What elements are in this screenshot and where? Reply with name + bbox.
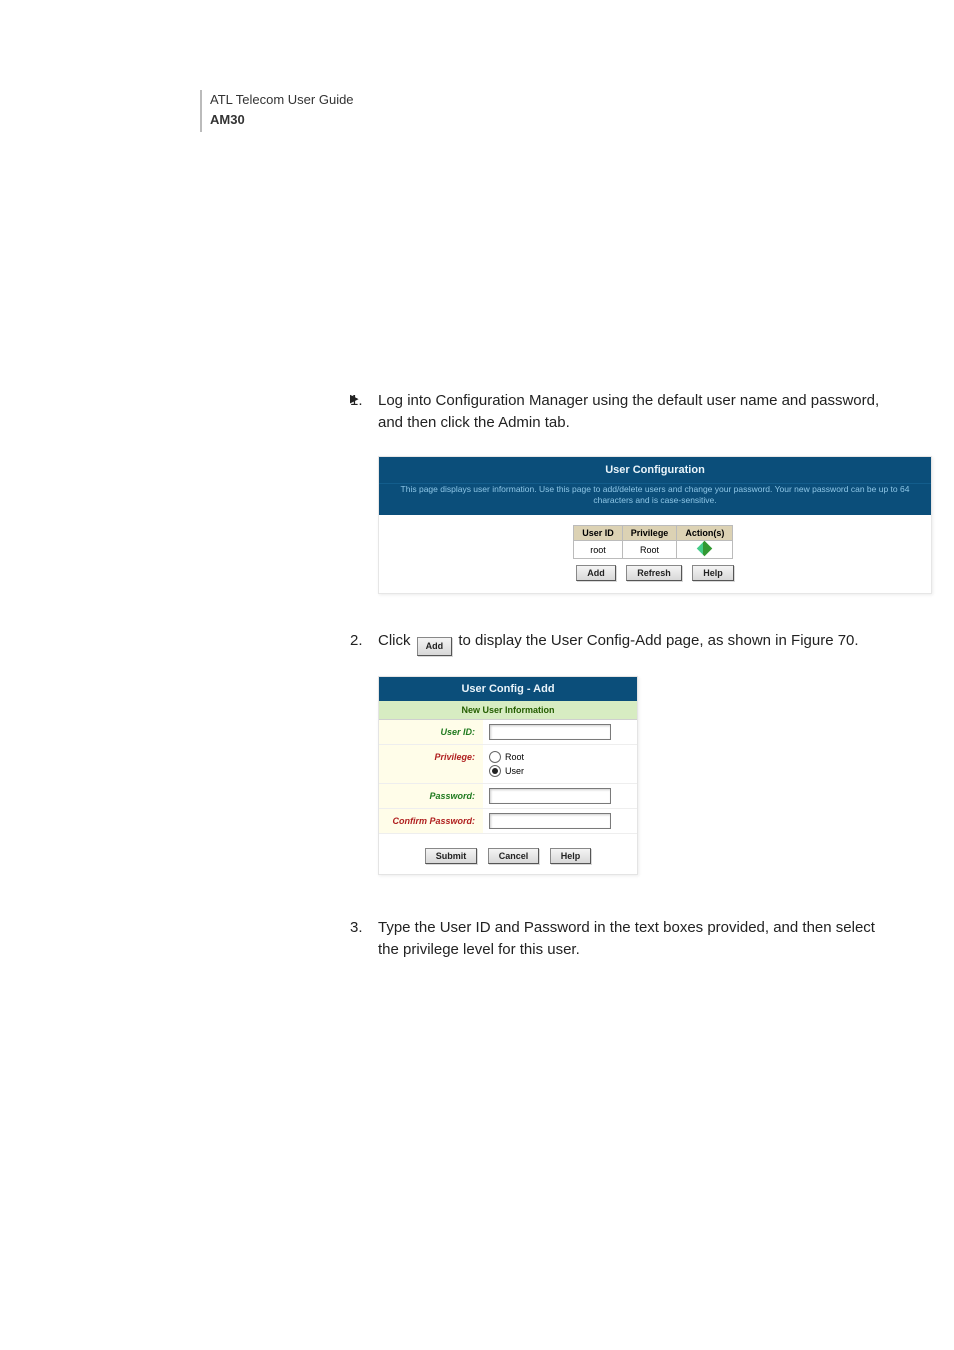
header-line2: AM30 <box>210 110 354 130</box>
refresh-button[interactable]: Refresh <box>626 565 682 581</box>
fig2-button-row: Submit Cancel Help <box>379 834 637 874</box>
cell-privilege: Root <box>622 541 677 559</box>
radio-user[interactable] <box>489 765 501 777</box>
table-row: root Root <box>574 541 733 559</box>
label-confirm-password: Confirm Password: <box>379 809 483 833</box>
step-1-text: Log into Configuration Manager using the… <box>378 390 894 434</box>
figure-user-configuration: User Configuration This page displays us… <box>378 456 894 595</box>
label-privilege: Privilege: <box>379 745 483 783</box>
fig2-title: User Config - Add <box>379 677 637 701</box>
step-3: 3. Type the User ID and Password in the … <box>350 917 894 961</box>
step-2-number: 2. <box>350 630 378 656</box>
fig1-description: This page displays user information. Use… <box>379 483 931 516</box>
table-header-row: User ID Privilege Action(s) <box>574 526 733 541</box>
cell-userid: root <box>574 541 623 559</box>
header: ATL Telecom User Guide AM30 <box>210 90 354 129</box>
step-3-text: Type the User ID and Password in the tex… <box>378 917 894 961</box>
confirm-password-input[interactable] <box>489 813 611 829</box>
inline-add-button: Add <box>417 637 453 656</box>
submit-button[interactable]: Submit <box>425 848 478 864</box>
step-2: 2. Click Add to display the User Config-… <box>350 630 894 656</box>
fig2-help-button[interactable]: Help <box>550 848 592 864</box>
step-2-pre: Click <box>378 632 415 649</box>
fig1-title: User Configuration <box>379 457 931 483</box>
label-password: Password: <box>379 784 483 808</box>
help-button[interactable]: Help <box>692 565 734 581</box>
fig2-subtitle: New User Information <box>379 701 637 720</box>
content: 1. Log into Configuration Manager using … <box>350 390 894 961</box>
row-userid: User ID: <box>379 720 637 745</box>
header-border <box>200 90 202 132</box>
page: ATL Telecom User Guide AM30 1. Log into … <box>0 0 954 1041</box>
step-3-number: 3. <box>350 917 378 961</box>
th-userid: User ID <box>574 526 623 541</box>
step-2-text: Click Add to display the User Config-Add… <box>378 630 894 656</box>
step-1: 1. Log into Configuration Manager using … <box>350 390 894 434</box>
password-input[interactable] <box>489 788 611 804</box>
label-userid: User ID: <box>379 720 483 744</box>
figure-user-config-add: User Config - Add New User Information U… <box>378 676 638 875</box>
cell-actions <box>677 541 733 559</box>
row-privilege: Privilege: Root User <box>379 745 637 784</box>
radio-root-label: Root <box>505 752 524 762</box>
inline-add-button-image: Add <box>417 634 453 656</box>
step-2-post: to display the User Config-Add page, as … <box>454 632 858 649</box>
th-actions: Action(s) <box>677 526 733 541</box>
user-table: User ID Privilege Action(s) root Root <box>573 525 736 581</box>
cancel-button[interactable]: Cancel <box>488 848 540 864</box>
row-password: Password: <box>379 784 637 809</box>
header-line1: ATL Telecom User Guide <box>210 90 354 110</box>
th-privilege: Privilege <box>622 526 677 541</box>
row-confirm: Confirm Password: <box>379 809 637 834</box>
add-button[interactable]: Add <box>576 565 616 581</box>
radio-user-label: User <box>505 766 524 776</box>
userid-input[interactable] <box>489 724 611 740</box>
privilege-radio-group: Root User <box>489 749 524 779</box>
edit-icon[interactable] <box>697 541 713 557</box>
radio-root[interactable] <box>489 751 501 763</box>
